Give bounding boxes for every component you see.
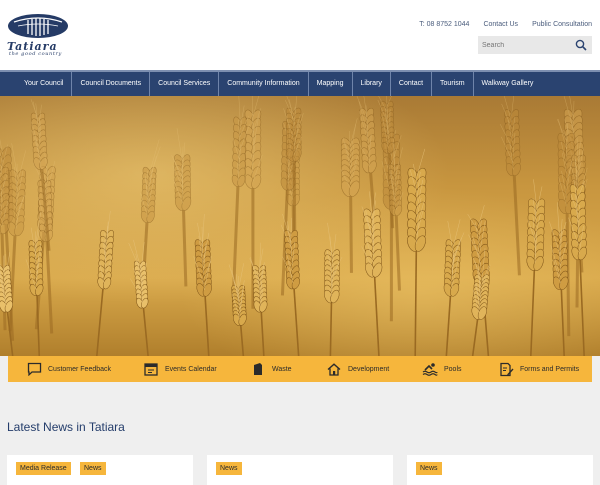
news-card[interactable]: News: [407, 455, 593, 485]
nav-community-information[interactable]: Community Information: [219, 72, 308, 96]
quick-link-customer-feedback[interactable]: Customer Feedback: [26, 356, 111, 382]
quick-link-forms-and-permits[interactable]: Forms and Permits: [498, 356, 579, 382]
nav-library[interactable]: Library: [353, 72, 391, 96]
search-box: [478, 36, 592, 54]
house-icon: [326, 361, 342, 377]
nav-contact[interactable]: Contact: [391, 72, 432, 96]
public-consultation-link[interactable]: Public Consultation: [532, 21, 592, 28]
quick-link-label: Events Calendar: [165, 366, 217, 373]
contact-us-link[interactable]: Contact Us: [483, 21, 518, 28]
quick-link-label: Development: [348, 366, 389, 373]
news-tag-news[interactable]: News: [416, 462, 442, 475]
latest-news-heading: Latest News in Tatiara: [7, 420, 125, 434]
quick-link-label: Customer Feedback: [48, 366, 111, 373]
swimmer-icon: [422, 361, 438, 377]
search-icon[interactable]: [575, 39, 587, 51]
quick-link-events-calendar[interactable]: Events Calendar: [143, 356, 217, 382]
quick-link-label: Pools: [444, 366, 462, 373]
quick-link-label: Waste: [272, 366, 292, 373]
quick-link-waste[interactable]: Waste: [250, 356, 292, 382]
nav-walkway-gallery[interactable]: Walkway Gallery: [474, 72, 542, 96]
utility-links: T: 08 8752 1044 Contact Us Public Consul…: [405, 21, 592, 28]
news-card[interactable]: News: [207, 455, 393, 485]
logo-tagline: the good country: [9, 51, 62, 57]
news-tag-news[interactable]: News: [216, 462, 242, 475]
nav-council-services[interactable]: Council Services: [150, 72, 219, 96]
quick-link-pools[interactable]: Pools: [422, 356, 462, 382]
form-pen-icon: [498, 361, 514, 377]
nav-council-documents[interactable]: Council Documents: [72, 72, 150, 96]
news-tag-news[interactable]: News: [80, 462, 106, 475]
bin-icon: [250, 361, 266, 377]
calendar-icon: [143, 361, 159, 377]
hero-slider[interactable]: [0, 96, 600, 356]
quick-link-label: Forms and Permits: [520, 366, 579, 373]
search-input[interactable]: [482, 39, 572, 51]
main-navigation: Your Council Council Documents Council S…: [0, 70, 600, 96]
nav-tourism[interactable]: Tourism: [432, 72, 474, 96]
news-card[interactable]: Media Release News: [7, 455, 193, 485]
logo-emblem-icon: [6, 12, 72, 42]
wheat-field-image: [0, 96, 600, 356]
news-tag-media-release[interactable]: Media Release: [16, 462, 71, 475]
quick-link-development[interactable]: Development: [326, 356, 389, 382]
speech-bubble-icon: [26, 361, 42, 377]
site-header: Tatiara the good country T: 08 8752 1044…: [0, 0, 600, 70]
phone-number: T: 08 8752 1044: [419, 21, 469, 28]
nav-your-council[interactable]: Your Council: [0, 72, 72, 96]
quick-links-bar: Customer Feedback Events Calendar Waste …: [8, 356, 592, 382]
nav-mapping[interactable]: Mapping: [309, 72, 353, 96]
